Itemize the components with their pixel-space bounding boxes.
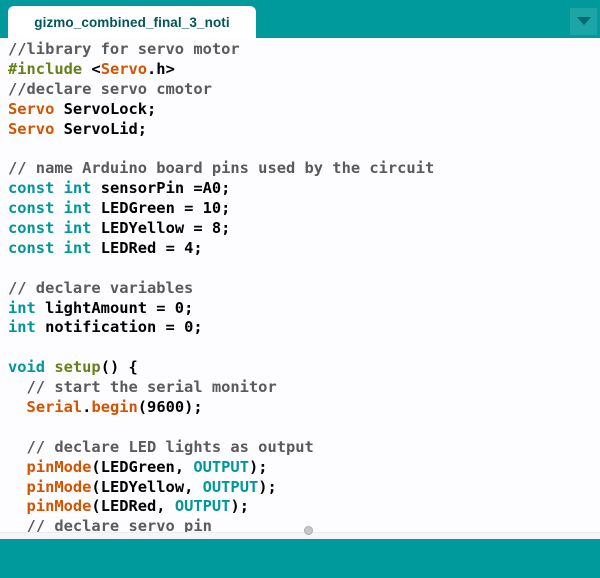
- code-line[interactable]: int notification = 0;: [8, 318, 600, 338]
- code-token: (LEDRed,: [91, 497, 175, 516]
- code-line[interactable]: //library for servo motor: [8, 40, 600, 60]
- code-token: Servo: [8, 119, 55, 138]
- code-token: (9600);: [137, 398, 203, 417]
- sketch-tab-label: gizmo_combined_final_3_noti: [34, 14, 230, 30]
- code-token: // start the serial monitor: [8, 378, 277, 397]
- code-token: OUTPUT: [174, 497, 231, 516]
- code-line[interactable]: [8, 139, 600, 159]
- code-line[interactable]: #include <Servo.h>: [8, 60, 600, 80]
- code-token: Servo: [8, 99, 55, 118]
- code-editor[interactable]: //library for servo motor #include <Servo…: [0, 38, 600, 532]
- code-token: lightAmount = 0;: [35, 298, 194, 317]
- code-token: pinMode: [26, 477, 92, 496]
- code-token: .h>: [147, 59, 175, 78]
- horizontal-scrollbar-thumb[interactable]: [304, 526, 313, 535]
- code-token: LEDGreen = 10;: [91, 199, 231, 218]
- code-token: const: [8, 199, 55, 218]
- code-line[interactable]: const int sensorPin =A0;: [8, 179, 600, 199]
- code-token: notification = 0;: [35, 318, 203, 337]
- code-token: int: [63, 219, 92, 238]
- code-line[interactable]: Serial.begin(9600);: [8, 398, 600, 418]
- code-token: void: [8, 358, 46, 377]
- code-token: LEDYellow = 8;: [91, 219, 231, 238]
- code-line[interactable]: Servo ServoLock;: [8, 100, 600, 120]
- code-token: int: [63, 199, 92, 218]
- code-line[interactable]: // name Arduino board pins used by the c…: [8, 159, 600, 179]
- code-line[interactable]: // start the serial monitor: [8, 378, 600, 398]
- code-token: sensorPin =A0;: [91, 179, 231, 198]
- code-line[interactable]: [8, 418, 600, 438]
- code-token: (LEDYellow,: [91, 477, 203, 496]
- code-token: setup: [54, 358, 101, 377]
- code-token: // name Arduino board pins used by the c…: [8, 159, 435, 178]
- code-token: pinMode: [26, 497, 92, 516]
- code-line[interactable]: Servo ServoLid;: [8, 120, 600, 140]
- code-token: int: [63, 238, 92, 257]
- code-token: <: [82, 59, 101, 78]
- code-line[interactable]: [8, 259, 600, 279]
- code-line[interactable]: void setup() {: [8, 358, 600, 378]
- horizontal-scrollbar-track[interactable]: [0, 526, 600, 539]
- code-token: // declare servo pin: [8, 517, 212, 532]
- code-token: // declare variables: [8, 278, 194, 297]
- code-token: const: [8, 179, 55, 198]
- code-token: (LEDGreen,: [91, 457, 194, 476]
- code-token: );: [258, 477, 277, 496]
- code-token: OUTPUT: [202, 477, 259, 496]
- code-line[interactable]: // declare variables: [8, 279, 600, 299]
- code-token: int: [8, 318, 36, 337]
- code-token: );: [230, 497, 249, 516]
- code-token: // declare LED lights as output: [8, 437, 314, 456]
- code-token: ServoLid;: [54, 119, 148, 138]
- tab-bar: gizmo_combined_final_3_noti: [0, 0, 600, 38]
- code-token: int: [63, 179, 92, 198]
- code-token: );: [248, 457, 268, 476]
- code-token: Serial: [26, 398, 83, 417]
- code-token: pinMode: [26, 457, 92, 476]
- code-line[interactable]: pinMode(LEDYellow, OUTPUT);: [8, 478, 600, 498]
- code-line[interactable]: int lightAmount = 0;: [8, 299, 600, 319]
- code-line[interactable]: const int LEDYellow = 8;: [8, 219, 600, 239]
- code-token: OUTPUT: [193, 457, 249, 476]
- code-line[interactable]: //declare servo cmotor: [8, 80, 600, 100]
- code-token: //library for servo motor: [8, 40, 240, 58]
- code-line[interactable]: pinMode(LEDRed, OUTPUT);: [8, 497, 600, 517]
- code-token: ServoLock;: [54, 99, 157, 118]
- status-footer: [0, 539, 600, 578]
- code-token: //declare servo cmotor: [8, 79, 212, 98]
- code-line[interactable]: pinMode(LEDGreen, OUTPUT);: [8, 458, 600, 478]
- sketch-tab[interactable]: gizmo_combined_final_3_noti: [8, 6, 256, 38]
- chevron-down-icon: [576, 16, 591, 25]
- code-token: const: [8, 219, 55, 238]
- code-token: int: [8, 298, 36, 317]
- code-token: begin: [91, 398, 138, 417]
- code-token: const: [8, 238, 55, 257]
- code-token: () {: [100, 358, 138, 377]
- code-line[interactable]: const int LEDRed = 4;: [8, 239, 600, 259]
- code-token: #include: [8, 59, 83, 78]
- code-token: LEDRed = 4;: [91, 238, 203, 257]
- code-line[interactable]: const int LEDGreen = 10;: [8, 199, 600, 219]
- code-line[interactable]: // declare LED lights as output: [8, 438, 600, 458]
- code-token: Servo: [100, 59, 148, 78]
- code-line[interactable]: [8, 338, 600, 358]
- tab-menu-button[interactable]: [570, 8, 597, 35]
